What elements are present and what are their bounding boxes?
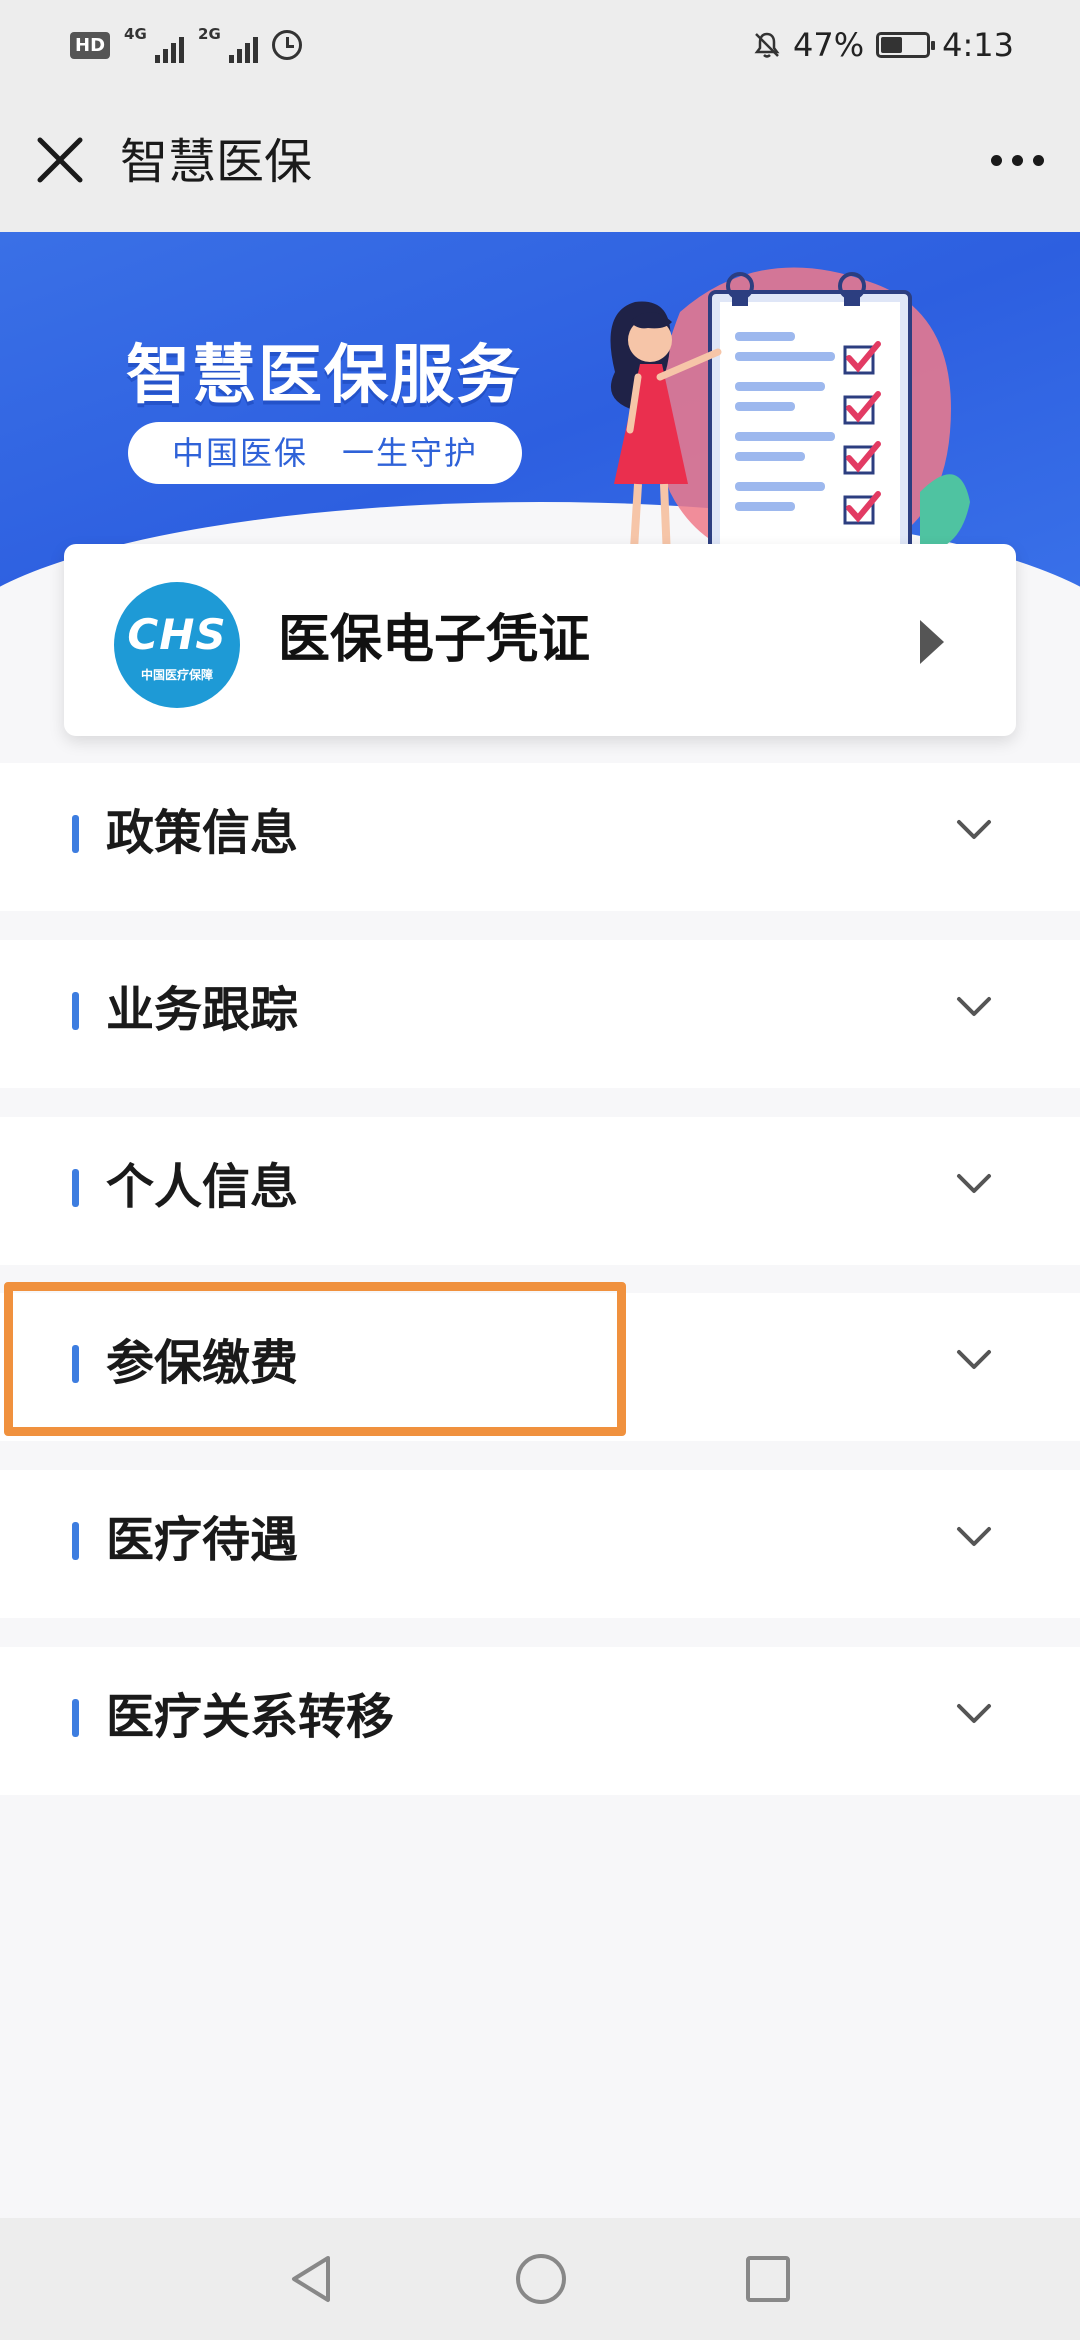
alarm-icon	[272, 30, 303, 60]
status-left: HD 4G 2G	[70, 22, 303, 68]
menu-item-label: 业务跟踪	[106, 982, 299, 1038]
menu-item-label: 医疗关系转移	[106, 1689, 395, 1745]
sim2-network-label: 2G	[198, 25, 221, 43]
accent-bar	[72, 1522, 79, 1560]
accent-bar	[72, 815, 79, 853]
system-nav-bar	[0, 2218, 1080, 2340]
chs-logo-icon: CHS 中国医疗保障	[114, 582, 240, 708]
recent-apps-icon[interactable]	[746, 2256, 790, 2302]
chevron-down-icon	[957, 1174, 991, 1193]
mute-bell-icon	[754, 32, 780, 58]
sim1-network-label: 4G	[124, 25, 147, 43]
chevron-down-icon	[957, 1704, 991, 1723]
e-credential-card[interactable]: CHS 中国医疗保障 医保电子凭证	[64, 544, 1016, 736]
status-bar: HD 4G 2G 47% 4:13	[0, 0, 1080, 90]
banner-heading: 智慧医保服务	[126, 339, 522, 413]
sim1-signal-icon: 4G	[124, 25, 185, 65]
battery-percent: 47%	[793, 26, 865, 64]
chevron-down-icon	[957, 820, 991, 839]
chs-logo-subtext: 中国医疗保障	[140, 668, 213, 682]
menu-item-label: 医疗待遇	[106, 1512, 299, 1568]
chs-logo-text: CHS	[127, 610, 227, 659]
status-right: 47% 4:13	[753, 22, 1014, 68]
menu-item-label: 个人信息	[106, 1159, 299, 1215]
accent-bar	[72, 1169, 79, 1207]
menu-item-medical-benefits[interactable]: 医疗待遇	[0, 1470, 1080, 1618]
back-icon[interactable]	[288, 2254, 334, 2304]
more-dots-icon[interactable]	[982, 130, 1052, 190]
banner-slogan: 中国医保 一生守护	[128, 422, 522, 484]
accent-bar	[72, 1699, 79, 1737]
menu-item-personal-info[interactable]: 个人信息	[0, 1117, 1080, 1265]
hd-badge: HD	[70, 31, 111, 59]
e-credential-title: 医保电子凭证	[278, 610, 591, 670]
title-bar: 智慧医保	[0, 90, 1080, 232]
chevron-down-icon	[957, 1527, 991, 1546]
battery-icon	[876, 32, 936, 58]
play-arrow-icon	[920, 620, 944, 664]
accent-bar	[72, 992, 79, 1030]
menu-item-label: 政策信息	[106, 805, 299, 861]
chevron-down-icon	[957, 997, 991, 1016]
sim2-signal-icon: 2G	[198, 25, 259, 65]
close-icon[interactable]	[30, 130, 90, 190]
menu-item-medical-relation-transfer[interactable]: 医疗关系转移	[0, 1647, 1080, 1795]
clock: 4:13	[942, 26, 1014, 64]
page-title: 智慧医保	[120, 134, 313, 190]
highlight-box	[4, 1282, 626, 1436]
chevron-down-icon	[957, 1350, 991, 1369]
home-icon[interactable]	[516, 2254, 566, 2304]
menu-item-policy-info[interactable]: 政策信息	[0, 763, 1080, 911]
checklist-illustration-icon	[610, 267, 970, 583]
menu-item-business-tracking[interactable]: 业务跟踪	[0, 940, 1080, 1088]
